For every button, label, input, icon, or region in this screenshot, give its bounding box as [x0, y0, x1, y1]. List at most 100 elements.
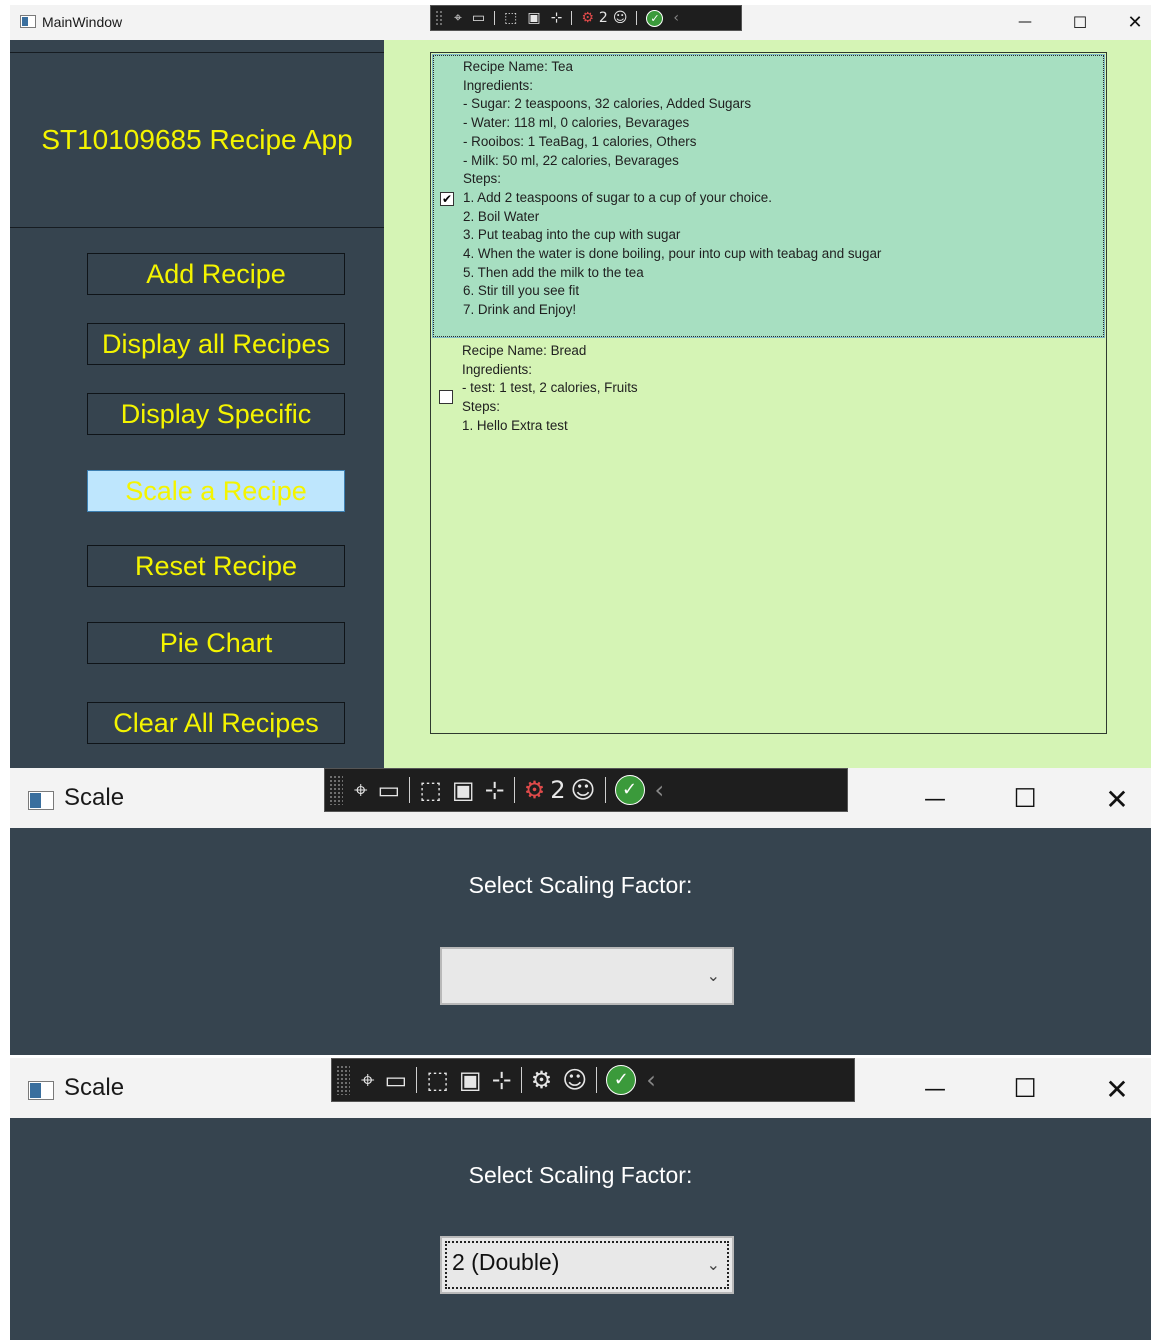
recipe-line: 2. Boil Water	[463, 208, 540, 224]
recipe-line: Recipe Name: Tea	[463, 59, 573, 74]
hot-reload-ok-icon[interactable]: ✓	[646, 9, 664, 27]
scale-window-body: Select Scaling Factor: ⌄	[10, 828, 1151, 1055]
live-visual-tree-icon[interactable]: ⌖	[454, 11, 462, 25]
toolbar-separator	[571, 10, 573, 26]
xaml-debug-toolbar[interactable]: ⌖ ▭ ⬚ ▣ ⊹ ⚙ ☺ ✓ ‹	[331, 1058, 855, 1102]
recipe-text: Recipe Name: Tea Ingredients: - Sugar: 2…	[463, 58, 881, 320]
recipe-line: 6. Stir till you see fit	[463, 283, 580, 299]
hot-reload-ok-icon[interactable]: ✓	[614, 775, 645, 805]
toolbar-grip-icon[interactable]	[336, 1065, 350, 1095]
recipe-line: Ingredients:	[462, 361, 532, 377]
main-window-titlebar[interactable]: MainWindow ⌖ ▭ ⬚ ▣ ⊹ ⚙ 2 ☺ ✓ ‹ — ☐ ✕	[10, 5, 1151, 40]
maximize-icon[interactable]: ☐	[1005, 783, 1045, 815]
scale-a-recipe-button[interactable]: Scale a Recipe	[87, 470, 345, 512]
maximize-icon[interactable]: ☐	[1065, 11, 1095, 33]
toolbar-separator	[494, 10, 496, 26]
camera-icon[interactable]: ▭	[472, 11, 485, 25]
window-edge	[0, 0, 10, 1340]
close-icon[interactable]: ✕	[1120, 11, 1150, 33]
minimize-icon[interactable]: —	[1010, 11, 1040, 33]
recipe-checkbox[interactable]: ✔	[440, 192, 454, 206]
recipe-line: Steps:	[463, 171, 501, 187]
chevron-down-icon[interactable]: ⌄	[707, 966, 720, 986]
select-element-icon[interactable]: ⬚	[419, 778, 442, 802]
display-layout-adorners-icon[interactable]: ▣	[527, 11, 540, 25]
toolbar-separator	[596, 1067, 598, 1093]
binding-failures-icon[interactable]: ⚙	[581, 11, 594, 25]
sidebar: ST10109685 Recipe App Add Recipe Display…	[10, 40, 384, 768]
recipe-line: Recipe Name: Bread	[462, 343, 587, 358]
toolbar-separator	[513, 777, 515, 803]
recipe-line: Ingredients:	[463, 77, 533, 93]
recipe-line: 1. Hello Extra test	[462, 417, 568, 433]
toolbar-separator	[520, 1067, 522, 1093]
xaml-debug-toolbar[interactable]: ⌖ ▭ ⬚ ▣ ⊹ ⚙ 2 ☺ ✓ ‹	[324, 768, 848, 812]
close-icon[interactable]: ✕	[1097, 783, 1137, 816]
display-specific-button[interactable]: Display Specific	[87, 393, 345, 435]
maximize-icon[interactable]: ☐	[1005, 1073, 1045, 1105]
recipe-line: - Rooibos: 1 TeaBag, 1 calories, Others	[463, 133, 697, 149]
track-focus-icon[interactable]: ⊹	[492, 1068, 512, 1092]
recipe-list-item[interactable]: Recipe Name: Bread Ingredients: - test: …	[433, 341, 1104, 441]
accessibility-icon[interactable]: ☺	[613, 11, 628, 25]
live-visual-tree-icon[interactable]: ⌖	[361, 1068, 375, 1092]
reset-recipe-button[interactable]: Reset Recipe	[87, 545, 345, 587]
combo-selected-value: 2 (Double)	[452, 1249, 560, 1275]
recipe-line: - test: 1 test, 2 calories, Fruits	[462, 380, 638, 396]
toolbar-grip-icon[interactable]	[435, 9, 443, 27]
recipe-line: Steps:	[462, 399, 500, 415]
recipe-list[interactable]: ✔ Recipe Name: Tea Ingredients: - Sugar:…	[430, 52, 1107, 734]
window-title: Scale	[64, 1074, 125, 1101]
camera-icon[interactable]: ▭	[385, 1068, 408, 1092]
close-icon[interactable]: ✕	[1097, 1073, 1137, 1106]
window-title: MainWindow	[42, 14, 123, 30]
camera-icon[interactable]: ▭	[378, 778, 401, 802]
scaling-factor-combobox[interactable]: 2 (Double) ⌄	[440, 1236, 734, 1294]
toolbar-grip-icon[interactable]	[329, 775, 343, 805]
collapse-toolbar-icon[interactable]: ‹	[646, 1068, 656, 1092]
app-window-icon	[20, 15, 36, 28]
scaling-factor-combobox[interactable]: ⌄	[440, 947, 734, 1005]
xaml-debug-toolbar[interactable]: ⌖ ▭ ⬚ ▣ ⊹ ⚙ 2 ☺ ✓ ‹	[430, 5, 742, 31]
binding-failures-icon[interactable]: ⚙	[531, 1068, 553, 1092]
display-layout-adorners-icon[interactable]: ▣	[452, 778, 475, 802]
recipe-line: - Water: 118 ml, 0 calories, Bevarages	[463, 115, 690, 131]
accessibility-icon[interactable]: ☺	[570, 778, 595, 802]
select-element-icon[interactable]: ⬚	[426, 1068, 449, 1092]
binding-failures-count: 2	[598, 10, 608, 26]
recipe-line: 3. Put teabag into the cup with sugar	[463, 227, 681, 243]
scale-window-titlebar[interactable]: Scale ⌖ ▭ ⬚ ▣ ⊹ ⚙ 2 ☺ ✓ ‹ — ☐ ✕	[10, 768, 1151, 828]
sidebar-header: ST10109685 Recipe App	[10, 52, 384, 228]
scale-window-body: Select Scaling Factor: 2 (Double) ⌄	[10, 1118, 1151, 1340]
track-focus-icon[interactable]: ⊹	[551, 11, 563, 25]
scale-window-titlebar[interactable]: Scale ⌖ ▭ ⬚ ▣ ⊹ ⚙ ☺ ✓ ‹ — ☐ ✕	[10, 1058, 1151, 1118]
recipe-line: 1. Add 2 teaspoons of sugar to a cup of …	[463, 189, 772, 205]
select-element-icon[interactable]: ⬚	[504, 11, 517, 25]
binding-failures-count: 2	[550, 776, 566, 804]
recipe-line: 7. Drink and Enjoy!	[463, 302, 577, 318]
chevron-down-icon[interactable]: ⌄	[707, 1255, 720, 1275]
pie-chart-button[interactable]: Pie Chart	[87, 622, 345, 664]
recipe-line: 4. When the water is done boiling, pour …	[463, 246, 882, 262]
recipe-line: - Sugar: 2 teaspoons, 32 calories, Added…	[463, 96, 752, 112]
scaling-factor-label: Select Scaling Factor:	[468, 872, 693, 898]
display-layout-adorners-icon[interactable]: ▣	[459, 1068, 482, 1092]
display-all-recipes-button[interactable]: Display all Recipes	[87, 323, 345, 365]
recipe-checkbox[interactable]	[439, 390, 453, 404]
collapse-toolbar-icon[interactable]: ‹	[655, 778, 665, 802]
live-visual-tree-icon[interactable]: ⌖	[354, 778, 368, 802]
scaling-factor-label: Select Scaling Factor:	[468, 1162, 693, 1188]
minimize-icon[interactable]: —	[915, 1073, 955, 1105]
collapse-toolbar-icon[interactable]: ‹	[673, 11, 679, 25]
binding-failures-icon[interactable]: ⚙	[524, 778, 546, 802]
recipe-list-item[interactable]: ✔ Recipe Name: Tea Ingredients: - Sugar:…	[432, 54, 1105, 338]
toolbar-separator	[416, 1067, 418, 1093]
accessibility-icon[interactable]: ☺	[562, 1068, 587, 1092]
minimize-icon[interactable]: —	[915, 783, 955, 815]
app-window-icon	[28, 791, 54, 810]
clear-all-recipes-button[interactable]: Clear All Recipes	[87, 702, 345, 744]
app-title: ST10109685 Recipe App	[41, 124, 353, 155]
hot-reload-ok-icon[interactable]: ✓	[606, 1065, 637, 1095]
add-recipe-button[interactable]: Add Recipe	[87, 253, 345, 295]
track-focus-icon[interactable]: ⊹	[485, 778, 505, 802]
